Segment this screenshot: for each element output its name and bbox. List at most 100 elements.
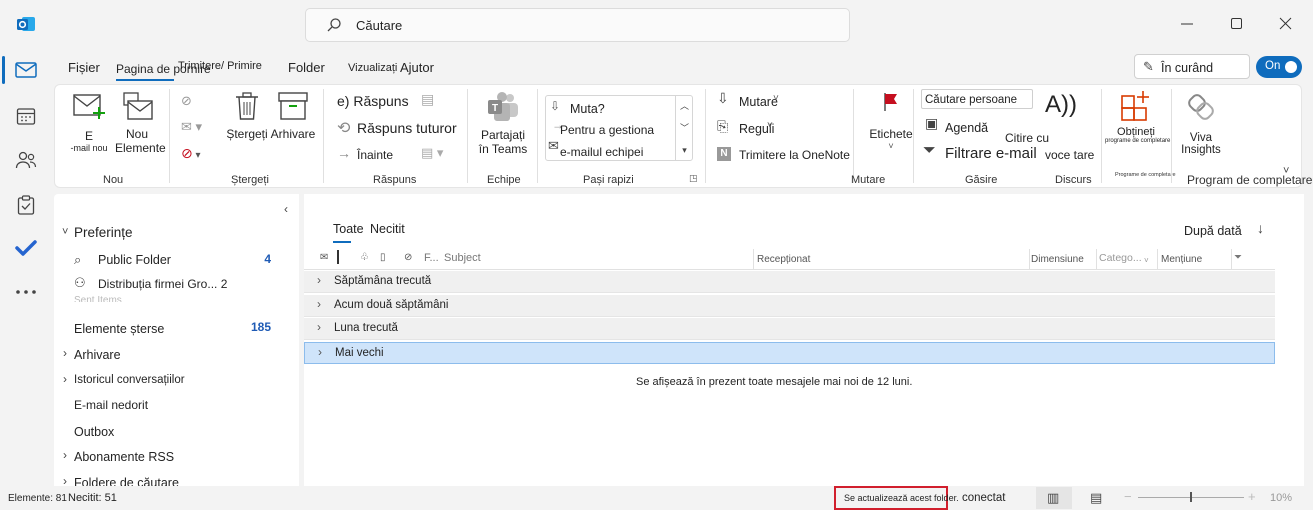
icon-column-icon[interactable]: ▯	[380, 252, 386, 263]
group-row-last-week[interactable]: › Săptămâna trecută	[304, 271, 1275, 293]
reply-all-button[interactable]: Răspuns tuturor	[357, 120, 457, 136]
folder-sent-items[interactable]: Sent Items	[74, 295, 122, 302]
maximize-button[interactable]	[1230, 17, 1244, 31]
todo-icon[interactable]	[8, 230, 44, 266]
read-aloud-label-2[interactable]: voce tare	[1045, 148, 1094, 162]
tags-button[interactable]: Etichete ˅	[865, 91, 917, 151]
zoom-level[interactable]: 10%	[1270, 492, 1292, 504]
tab-file[interactable]: Fișier	[68, 60, 100, 75]
people-icon[interactable]	[8, 142, 44, 178]
close-button[interactable]	[1279, 17, 1293, 31]
chevron-down-icon: ˅	[1144, 256, 1149, 265]
search-people-label: Căutare persoane	[925, 94, 1018, 106]
viva-insights-button[interactable]: Viva Insights	[1173, 91, 1229, 156]
ribbon-collapse-icon[interactable]: ˅	[1283, 165, 1289, 177]
address-book-button[interactable]: Agendă	[945, 121, 988, 135]
col-mention[interactable]: Mențiune	[1161, 254, 1202, 265]
zoom-in-icon[interactable]: +	[1248, 489, 1256, 504]
sort-direction-icon[interactable]: ↓	[1257, 220, 1264, 236]
coming-soon-button[interactable]: ✎ În curând	[1134, 54, 1250, 79]
folder-conversation-history[interactable]: Istoricul conversațiilor	[74, 374, 185, 386]
chevron-right-icon[interactable]: ›	[63, 448, 67, 462]
folder-rss[interactable]: Abonamente RSS	[74, 450, 174, 464]
search-input[interactable]: Căutare	[356, 18, 402, 33]
quick-step-3[interactable]: e-mailul echipei	[560, 145, 643, 159]
sort-by-date[interactable]: După dată	[1184, 224, 1242, 238]
filter-tab-all[interactable]: Toate	[333, 222, 364, 236]
folder-outbox[interactable]: Outbox	[74, 425, 114, 439]
separator	[1171, 89, 1172, 183]
more-apps-icon[interactable]	[8, 274, 44, 310]
group-row-two-weeks-ago[interactable]: › Acum două săptămâni	[304, 295, 1275, 317]
status-bar: Elemente: 81 Necitit: 51 Se actualizează…	[0, 486, 1313, 510]
col-received[interactable]: Recepționat	[757, 254, 810, 265]
chevron-right-icon: ›	[317, 320, 321, 334]
archive-button[interactable]: Arhivare	[269, 91, 317, 141]
chevron-right-icon[interactable]: ›	[63, 372, 67, 386]
col-subject[interactable]: Subject	[444, 252, 481, 264]
search-box[interactable]: Căutare	[305, 8, 850, 42]
col-categories[interactable]: Catego...	[1099, 252, 1142, 264]
quick-steps-gallery[interactable]: ⇩ Muta? → Pentru a gestiona ✉ e-mailul e…	[545, 95, 693, 161]
group-label: Săptămâna trecută	[334, 275, 432, 287]
folder-junk[interactable]: E-mail nedorit	[74, 398, 148, 412]
new-email-button[interactable]: E -mail nou	[69, 91, 109, 167]
normal-view-icon[interactable]: ▥	[1047, 490, 1059, 506]
folder-distribution[interactable]: ⚇ Distribuția firmei Gro... 2	[54, 274, 299, 296]
folder-search-folders[interactable]: Foldere de căutare	[74, 476, 179, 486]
share-teams-button[interactable]: T Partajați în Teams	[475, 91, 531, 156]
filter-email-button[interactable]: Filtrare e-mail	[945, 145, 1037, 162]
folder-archive[interactable]: Arhivare	[74, 348, 121, 362]
attachment-icon[interactable]: ⊘	[404, 252, 412, 263]
delete-label: Ștergeți	[226, 127, 268, 141]
chevron-right-icon[interactable]: ›	[63, 346, 67, 360]
tab-help[interactable]: Ajutor	[400, 60, 434, 75]
ignore-icon[interactable]: ⊘	[181, 93, 192, 109]
toggle-label: On	[1265, 60, 1281, 72]
group-row-last-month[interactable]: › Luna trecută	[304, 318, 1275, 340]
search-people-input[interactable]: Căutare persoane	[921, 89, 1033, 109]
dialog-launcher-icon[interactable]: ◳	[689, 173, 698, 184]
favorites-header[interactable]: Preferințe	[74, 225, 133, 240]
calendar-icon[interactable]	[8, 98, 44, 134]
cleanup-icon[interactable]: ✉ ▾	[181, 119, 202, 135]
group-row-older[interactable]: › Mai vechi	[304, 342, 1275, 364]
quick-step-2[interactable]: Pentru a gestiona	[560, 123, 654, 137]
reminder-icon[interactable]: ♧	[360, 252, 369, 263]
archive-label: Arhivare	[270, 127, 316, 141]
group-label: Mai vechi	[335, 347, 384, 359]
reply-button[interactable]: e) Răspuns	[337, 93, 409, 109]
coming-soon-toggle[interactable]: On	[1256, 56, 1302, 78]
new-items-button[interactable]: Nou Elemente	[115, 91, 166, 167]
tasks-icon[interactable]	[8, 187, 44, 223]
folder-public[interactable]: ⌕ Public Folder 4	[54, 250, 299, 272]
importance-icon[interactable]: ✉	[320, 252, 328, 263]
read-aloud-icon[interactable]: A))	[1045, 91, 1077, 119]
meeting-icon[interactable]: ▤	[421, 91, 434, 108]
chevron-down-icon[interactable]: ˅	[62, 226, 68, 238]
minimize-button[interactable]	[1180, 16, 1194, 30]
col-size[interactable]: Dimensiune	[1031, 254, 1084, 265]
quick-steps-scroll[interactable]: ︿ ﹀ ▾	[675, 95, 693, 161]
filter-column-icon[interactable]: ⏷	[1234, 252, 1242, 263]
zoom-slider-thumb[interactable]	[1190, 492, 1192, 502]
tab-view[interactable]: Vizualizați	[348, 62, 397, 74]
block-icon[interactable]: ⊘ ▾	[181, 145, 201, 162]
tab-folder[interactable]: Folder	[288, 60, 325, 75]
quick-step-1[interactable]: Muta?	[570, 102, 605, 116]
folder-deleted[interactable]: Elemente șterse 185	[54, 318, 299, 340]
zoom-out-icon[interactable]: −	[1124, 489, 1132, 504]
filter-tab-unread[interactable]: Necitit	[370, 222, 405, 236]
col-from[interactable]: F...	[424, 252, 439, 264]
collapse-pane-icon[interactable]: ‹	[284, 202, 288, 216]
onenote-button[interactable]: Trimitere la OneNote	[739, 148, 850, 162]
status-connected: conectat	[962, 492, 1006, 504]
reading-view-icon[interactable]: ▤	[1090, 490, 1102, 506]
get-addins-button[interactable]: Obțineți programe de completare	[1105, 89, 1170, 144]
tab-send-receive[interactable]: Trimitere/ Primire	[178, 60, 262, 72]
delete-button[interactable]: Ștergeți	[225, 91, 269, 141]
more-respond-icon[interactable]: ▤ ▾	[421, 145, 443, 161]
forward-button[interactable]: Înainte	[357, 148, 393, 162]
new-items-icon	[123, 92, 153, 120]
mail-icon[interactable]	[8, 52, 44, 88]
